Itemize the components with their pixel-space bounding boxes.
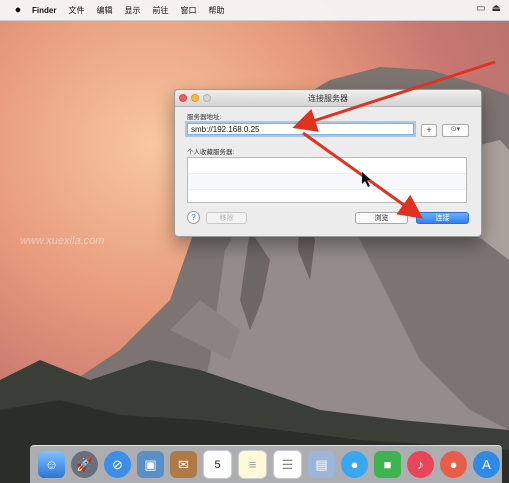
dialog-title: 连接服务器 [308,94,348,103]
recent-servers-button[interactable]: ⊙▾ [442,124,469,137]
apple-menu-icon[interactable]: ● [10,4,26,16]
contacts-icon[interactable]: ✉ [170,451,197,478]
server-address-label: 服务器地址: [187,114,222,121]
menu-item-window[interactable]: 窗口 [180,5,196,16]
browse-button[interactable]: 浏览 [355,212,408,224]
menu-item-go[interactable]: 前往 [152,5,168,16]
remove-button[interactable]: 移除 [206,212,247,224]
launchpad-icon[interactable]: 🚀 [71,451,98,478]
list-item[interactable] [188,190,466,206]
menu-item-help[interactable]: 帮助 [208,5,224,16]
calendar-day: 5 [214,458,221,471]
eject-icon[interactable]: ⏏ [492,3,501,14]
menu-item-finder[interactable]: Finder [32,6,56,15]
connect-button[interactable]: 连接 [416,212,469,224]
help-button[interactable]: ? [187,211,200,224]
connect-to-server-dialog: 连接服务器 服务器地址: smb://192.168.0.25 + ⊙▾ 个人收… [174,89,482,237]
preview-icon[interactable]: ▣ [137,451,164,478]
safari-icon[interactable]: ⊘ [104,451,131,478]
reminders-icon[interactable]: ☰ [273,450,302,479]
watermark: www.xuexila.com [20,235,105,247]
favorite-servers-list[interactable] [187,157,467,206]
photo-booth-icon[interactable]: ● [440,451,467,478]
list-item[interactable] [188,158,466,174]
messages-icon[interactable]: ● [341,451,368,478]
menu-item-edit[interactable]: 编辑 [96,5,112,16]
calendar-icon[interactable]: 5 [203,450,232,479]
facetime-icon[interactable]: ■ [374,451,401,478]
dock: ☺ 🚀 ⊘ ▣ ✉ 5 ≡ ☰ ▤ ● ■ ♪ ● A [30,445,502,483]
airplay-icon[interactable]: ▭ [476,3,485,14]
favorite-servers-label: 个人收藏服务器: [187,149,235,156]
menu-item-file[interactable]: 文件 [68,5,84,16]
menu-bar: ● Finder 文件 编辑 显示 前往 窗口 帮助 ▭ ⏏ [0,0,509,21]
dialog-titlebar: 连接服务器 [175,90,481,107]
menu-item-view[interactable]: 显示 [124,5,140,16]
notes-icon[interactable]: ≡ [238,450,267,479]
music-icon[interactable]: ♪ [407,451,434,478]
menu-extras: ▭ ⏏ [476,3,501,14]
app-store-icon[interactable]: A [473,451,500,478]
photos-icon[interactable]: ▤ [308,451,335,478]
list-item[interactable] [188,174,466,190]
server-address-input[interactable]: smb://192.168.0.25 [187,123,414,135]
add-to-favorites-button[interactable]: + [421,124,437,137]
finder-icon[interactable]: ☺ [38,451,65,478]
